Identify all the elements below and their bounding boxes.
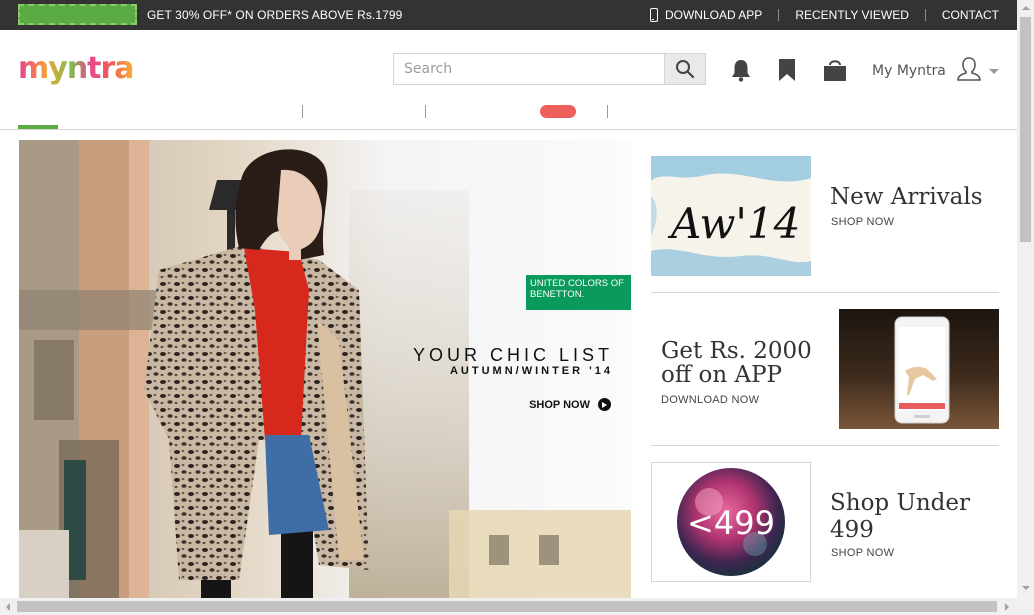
bookmark-icon <box>779 59 795 81</box>
horizontal-scrollbar[interactable] <box>0 598 1034 615</box>
app-offer-card[interactable]: Get Rs. 2000 off on APP DOWNLOAD NOW <box>651 309 999 429</box>
page: GET 30% OFF* ON ORDERS ABOVE Rs.1799 DOW… <box>0 0 1034 615</box>
hero-title: YOUR CHIC LIST <box>412 345 613 365</box>
wishlist-button[interactable] <box>774 56 800 84</box>
top-divider <box>778 9 780 21</box>
new-arrivals-shop-now-link[interactable]: SHOP NOW <box>831 216 894 228</box>
user-icon[interactable] <box>956 56 982 82</box>
download-now-link[interactable]: DOWNLOAD NOW <box>661 394 759 406</box>
under-499-image-text: <499 <box>687 504 775 542</box>
contact-link[interactable]: CONTACT <box>942 8 999 22</box>
hero-banner[interactable]: UNITED COLORS OF BENETTON. YOUR CHIC LIS… <box>19 140 631 598</box>
card-divider <box>651 292 999 293</box>
scroll-up-arrow-icon[interactable] <box>1022 6 1030 10</box>
app-offer-title-line1: Get Rs. 2000 <box>661 338 812 364</box>
new-arrivals-title: New Arrivals <box>830 184 983 210</box>
vertical-scroll-thumb[interactable] <box>1020 17 1031 242</box>
download-app-label: DOWNLOAD APP <box>664 8 763 22</box>
notifications-button[interactable] <box>728 56 754 84</box>
phone-icon <box>649 8 658 22</box>
aw14-image-text: Aw'14 <box>667 199 800 248</box>
search-box <box>393 53 706 85</box>
nav-divider <box>302 105 303 118</box>
top-divider <box>924 9 926 21</box>
search-input[interactable] <box>393 53 665 85</box>
caret-down-icon[interactable] <box>989 69 999 74</box>
new-arrivals-card[interactable]: Aw'14 New Arrivals SHOP NOW <box>651 156 999 276</box>
hero-shop-now-label: SHOP NOW <box>529 398 590 411</box>
top-promo-bar: GET 30% OFF* ON ORDERS ABOVE Rs.1799 DOW… <box>0 0 1017 30</box>
shop-under-499-card[interactable]: <499 Shop Under 499 SHOP NOW <box>651 462 999 582</box>
nav-divider <box>607 105 608 118</box>
shop-under-title-line2: 499 <box>830 517 874 543</box>
search-button[interactable] <box>664 53 706 85</box>
under-499-image: <499 <box>651 462 811 582</box>
recently-viewed-link[interactable]: RECENTLY VIEWED <box>795 8 909 22</box>
hero-subtitle: AUTUMN/WINTER '14 <box>449 365 613 377</box>
bell-icon <box>732 60 750 82</box>
cart-button[interactable] <box>822 56 848 84</box>
my-myntra-link[interactable]: My Myntra <box>872 63 946 79</box>
nav-sale-pill[interactable] <box>540 105 576 118</box>
shopping-bag-icon <box>824 60 846 81</box>
card-divider <box>651 445 999 446</box>
phone-app-image <box>839 309 999 429</box>
arrow-right-circle-icon <box>598 398 611 411</box>
hero-shop-now-link[interactable]: SHOP NOW <box>529 398 611 411</box>
myntra-logo[interactable]: myntra <box>18 50 158 94</box>
shop-under-499-shop-now-link[interactable]: SHOP NOW <box>831 547 894 559</box>
nav-divider <box>425 105 426 118</box>
promo-text[interactable]: GET 30% OFF* ON ORDERS ABOVE Rs.1799 <box>147 8 402 22</box>
benetton-brand-label: UNITED COLORS OF BENETTON. <box>526 275 631 310</box>
download-app-link[interactable]: DOWNLOAD APP <box>649 8 763 22</box>
scroll-right-arrow-icon[interactable] <box>1005 603 1009 611</box>
search-icon <box>676 60 695 79</box>
scroll-down-arrow-icon[interactable] <box>1022 586 1030 590</box>
nav-active-indicator <box>18 125 58 129</box>
myntra-logo-text: myntra <box>18 51 134 86</box>
category-nav <box>0 100 1017 130</box>
vertical-scrollbar[interactable] <box>1017 0 1034 598</box>
shop-under-title-line1: Shop Under <box>830 490 970 516</box>
top-links: DOWNLOAD APP RECENTLY VIEWED CONTACT <box>649 0 999 30</box>
promo-coupon-badge[interactable] <box>18 4 137 25</box>
horizontal-scroll-thumb[interactable] <box>17 601 997 612</box>
app-offer-title-line2: off on APP <box>661 362 783 388</box>
scroll-left-arrow-icon[interactable] <box>6 603 10 611</box>
aw14-image: Aw'14 <box>651 156 811 276</box>
